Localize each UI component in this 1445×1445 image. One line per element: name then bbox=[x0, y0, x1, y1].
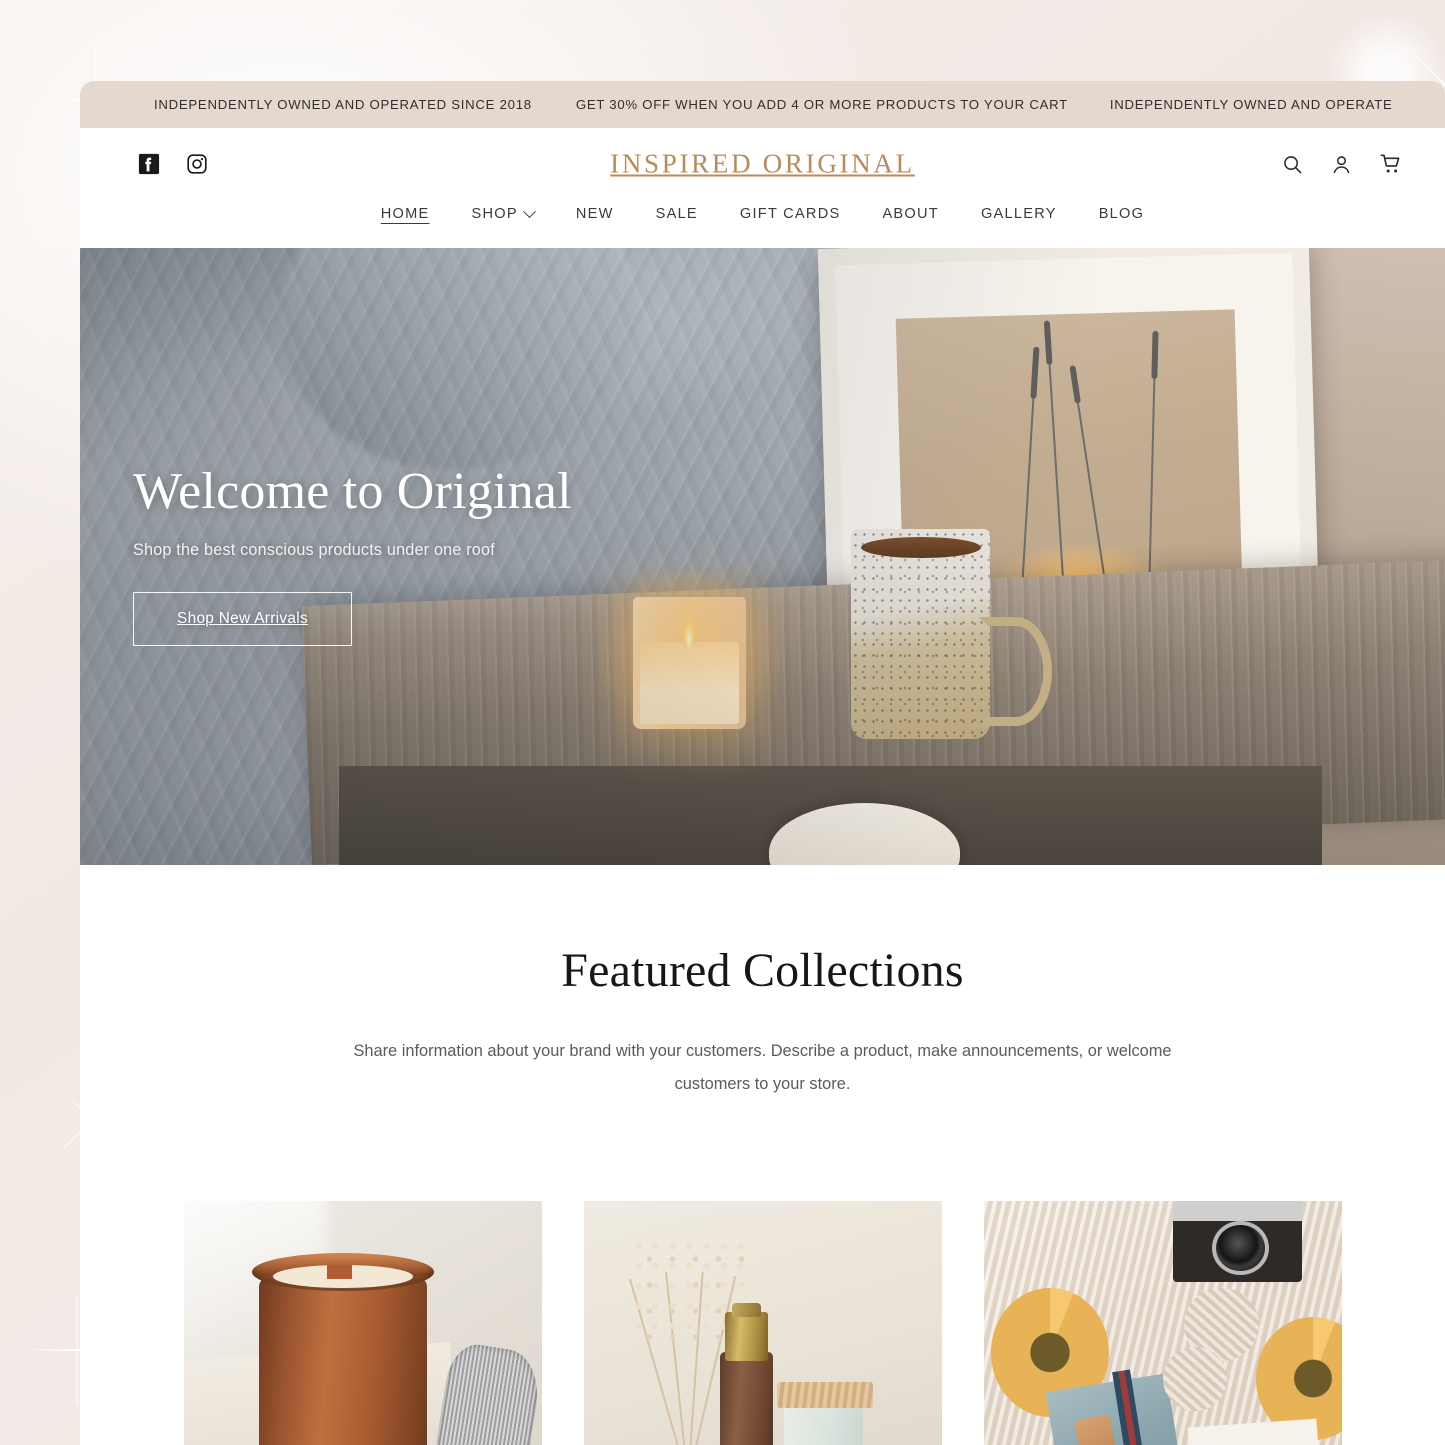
site-header: INSPIRED ORIGINAL HOME SHOP NEW SALE GIF… bbox=[80, 128, 1445, 248]
nav-item-blog[interactable]: BLOG bbox=[1078, 202, 1166, 226]
nav-item-new[interactable]: NEW bbox=[555, 202, 635, 226]
featured-collections-section: Featured Collections Share information a… bbox=[80, 865, 1445, 1445]
site-logo[interactable]: INSPIRED ORIGINAL bbox=[610, 149, 915, 180]
nav-item-sale[interactable]: SALE bbox=[635, 202, 719, 226]
hero-subtitle: Shop the best conscious products under o… bbox=[133, 541, 495, 560]
nav-label: SALE bbox=[655, 206, 698, 222]
wooden-lid bbox=[776, 1381, 874, 1408]
site-viewport: INDEPENDENTLY OWNED AND OPERATED SINCE 2… bbox=[80, 81, 1445, 1445]
header-top-row: INSPIRED ORIGINAL bbox=[80, 128, 1445, 200]
nav-item-shop[interactable]: SHOP bbox=[451, 202, 555, 226]
scrunchie bbox=[1162, 1346, 1227, 1411]
hero-content: Welcome to Original Shop the best consci… bbox=[133, 463, 572, 647]
shop-new-arrivals-button[interactable]: Shop New Arrivals bbox=[133, 592, 352, 647]
instagram-icon[interactable] bbox=[186, 153, 208, 175]
spray-nozzle bbox=[732, 1302, 761, 1318]
search-icon[interactable] bbox=[1281, 153, 1304, 176]
chevron-down-icon bbox=[522, 204, 536, 218]
collection-thumbnail bbox=[183, 1200, 542, 1445]
announcement-message: GET 30% OFF WHEN YOU ADD 4 OR MORE PRODU… bbox=[575, 97, 1068, 112]
collection-card-flat-lay[interactable] bbox=[983, 1200, 1342, 1445]
featured-collections-title: Featured Collections bbox=[561, 944, 964, 997]
wooden-wick bbox=[326, 1264, 352, 1280]
amber-spray-bottle bbox=[719, 1352, 774, 1445]
collection-thumbnail bbox=[583, 1200, 942, 1445]
amber-jar bbox=[258, 1276, 427, 1445]
social-links bbox=[138, 153, 208, 175]
nav-label: GALLERY bbox=[980, 206, 1057, 222]
facebook-icon[interactable] bbox=[138, 153, 160, 175]
account-icon[interactable] bbox=[1330, 153, 1353, 176]
nav-label: GIFT CARDS bbox=[739, 206, 841, 222]
nav-label: HOME bbox=[380, 206, 430, 222]
collection-card-candle-jar[interactable] bbox=[183, 1200, 542, 1445]
nav-label: ABOUT bbox=[882, 206, 939, 222]
cart-icon[interactable] bbox=[1379, 152, 1403, 176]
nav-item-gallery[interactable]: GALLERY bbox=[960, 202, 1078, 226]
header-actions bbox=[1281, 152, 1403, 176]
nav-item-about[interactable]: ABOUT bbox=[861, 202, 959, 226]
featured-collections-description: Share information about your brand with … bbox=[353, 1042, 1172, 1093]
collection-card-spray-bottle[interactable] bbox=[583, 1200, 942, 1445]
nav-label: SHOP bbox=[471, 206, 518, 222]
spray-bottle-image bbox=[583, 1200, 942, 1445]
announcement-message: INDEPENDENTLY OWNED AND OPERATE bbox=[1109, 97, 1393, 112]
flat-lay-image bbox=[983, 1200, 1342, 1445]
hero-title: Welcome to Original bbox=[133, 463, 572, 520]
nav-label: NEW bbox=[575, 206, 614, 222]
collection-card-grid bbox=[80, 1101, 1445, 1445]
nav-item-gift-cards[interactable]: GIFT CARDS bbox=[719, 202, 862, 226]
vintage-camera bbox=[1173, 1200, 1303, 1283]
candle-jar-image bbox=[183, 1200, 542, 1445]
nav-label: BLOG bbox=[1098, 206, 1145, 222]
hero-banner: Welcome to Original Shop the best consci… bbox=[80, 248, 1445, 865]
gold-cap bbox=[724, 1311, 768, 1362]
collection-thumbnail bbox=[983, 1200, 1342, 1445]
main-navigation: HOME SHOP NEW SALE GIFT CARDS ABOUT GALL… bbox=[80, 200, 1445, 248]
nav-item-home[interactable]: HOME bbox=[360, 202, 451, 226]
cream-jar bbox=[783, 1402, 863, 1445]
announcement-bar: INDEPENDENTLY OWNED AND OPERATED SINCE 2… bbox=[80, 81, 1445, 128]
announcement-message: INDEPENDENTLY OWNED AND OPERATED SINCE 2… bbox=[154, 97, 532, 112]
camera-lens bbox=[1211, 1221, 1269, 1276]
